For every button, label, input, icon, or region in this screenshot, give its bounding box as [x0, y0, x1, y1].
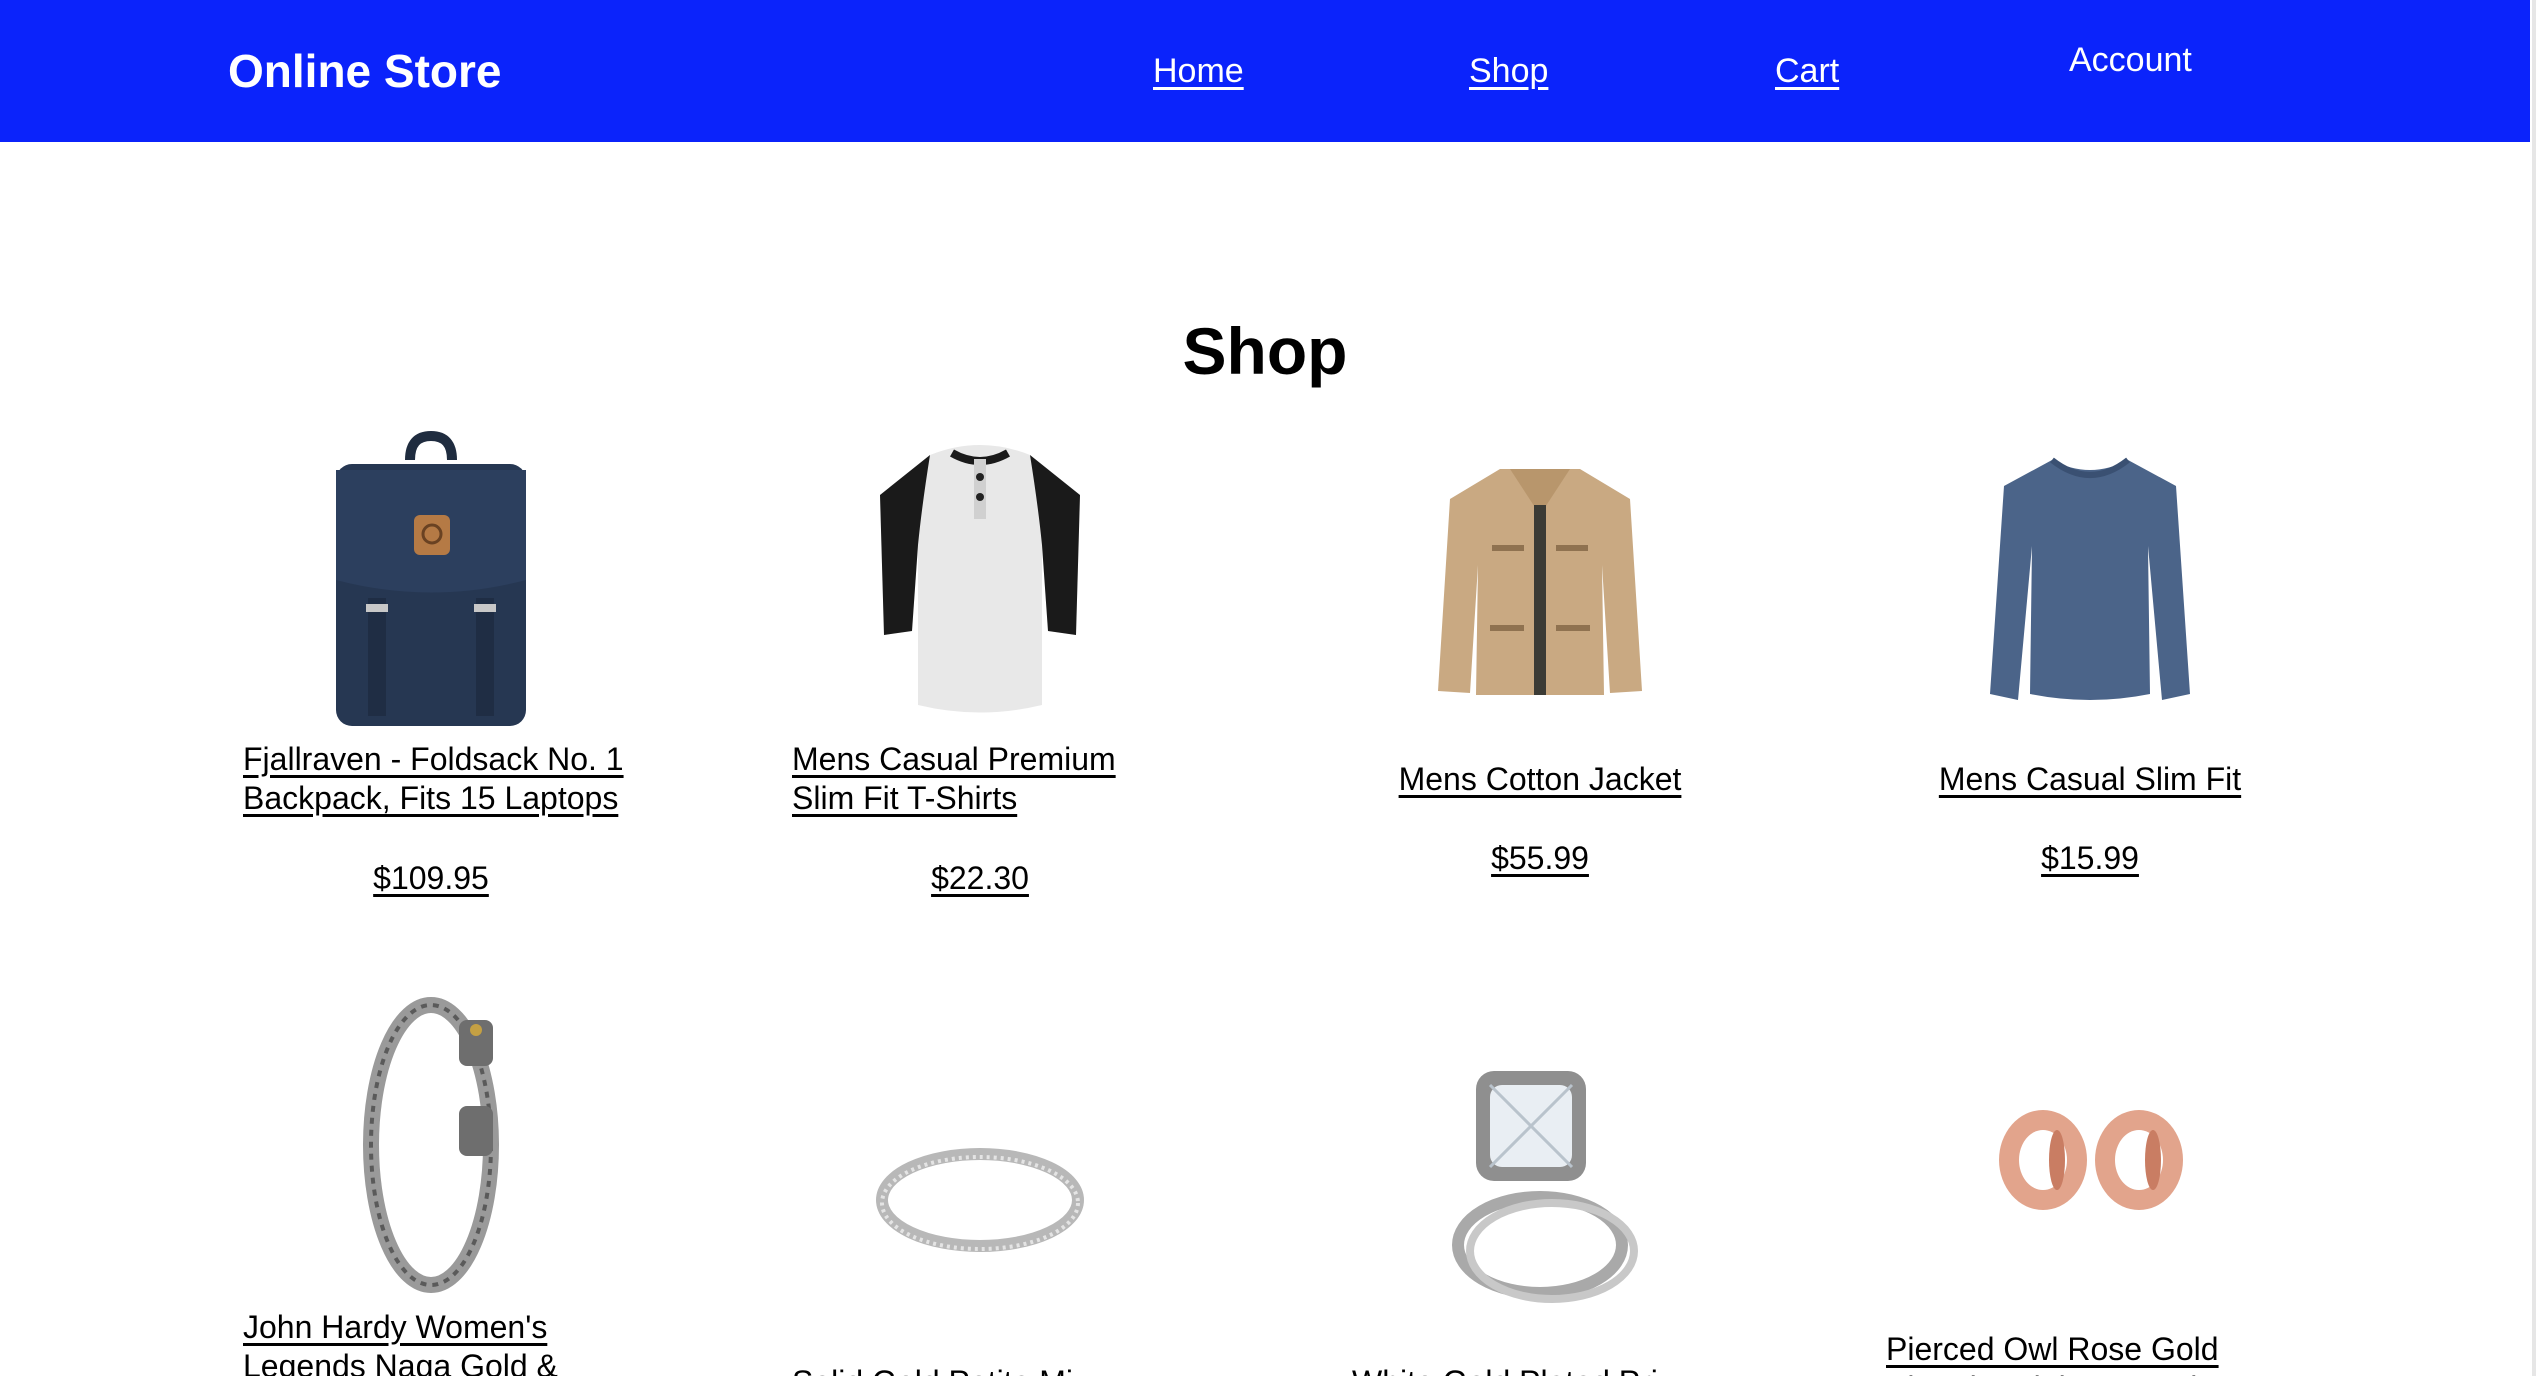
product-name[interactable]: Solid Gold Petite Mi [792, 1363, 1182, 1376]
product-card[interactable]: Mens Cotton Jacket $55.99 [1330, 430, 1750, 910]
product-card[interactable]: Pierced Owl Rose Gold Plated Stainless S… [1880, 990, 2300, 1376]
nav-account-button[interactable]: Account [2069, 37, 2192, 83]
engagement-ring-image [1452, 1071, 1638, 1303]
product-image[interactable] [221, 430, 641, 730]
product-price[interactable]: $109.95 [221, 858, 641, 898]
top-navigation-bar: Online Store Home Shop Cart Account [0, 0, 2530, 142]
vertical-scrollbar[interactable] [2532, 0, 2536, 1376]
product-price[interactable]: $22.30 [770, 858, 1190, 898]
product-card[interactable]: Solid Gold Petite Mi [770, 990, 1190, 1376]
product-name[interactable]: Mens Casual Premium Slim Fit T-Shirts [792, 740, 1182, 818]
product-name[interactable]: John Hardy Women's Legends Naga Gold & [243, 1308, 633, 1376]
ring-image [876, 1148, 1084, 1252]
brand-logo[interactable]: Online Store [228, 42, 501, 100]
plugs-image [1999, 1110, 2183, 1210]
product-card[interactable]: Fjallraven - Foldsack No. 1 Backpack, Fi… [221, 430, 641, 910]
product-image[interactable] [1880, 430, 2300, 740]
product-name[interactable]: Fjallraven - Foldsack No. 1 Backpack, Fi… [243, 740, 633, 818]
page: Online Store Home Shop Cart Account Shop… [0, 0, 2536, 1376]
product-card[interactable]: John Hardy Women's Legends Naga Gold & [221, 990, 641, 1376]
nav-shop-link[interactable]: Shop [1469, 48, 1548, 94]
product-name[interactable]: Pierced Owl Rose Gold Plated Stainless S… [1886, 1330, 2276, 1376]
nav-home-link[interactable]: Home [1153, 48, 1244, 94]
product-image[interactable] [770, 1110, 1190, 1290]
backpack-image [336, 430, 526, 726]
product-image[interactable] [1330, 1040, 1750, 1320]
tshirt-image [880, 445, 1080, 713]
bracelet-image [363, 997, 499, 1293]
product-name[interactable]: White Gold Plated Pri [1352, 1363, 1742, 1376]
product-name[interactable]: Mens Cotton Jacket [1330, 760, 1750, 799]
jacket-image [1438, 469, 1642, 695]
page-title: Shop [1182, 314, 1348, 388]
product-image[interactable] [221, 990, 641, 1300]
nav-cart-link[interactable]: Cart [1775, 48, 1839, 94]
product-card[interactable]: White Gold Plated Pri [1330, 990, 1750, 1376]
longsleeve-image [1990, 457, 2190, 700]
product-price[interactable]: $15.99 [1880, 838, 2300, 878]
product-card[interactable]: Mens Casual Slim Fit $15.99 [1880, 430, 2300, 910]
product-image[interactable] [770, 430, 1190, 730]
product-name[interactable]: Mens Casual Slim Fit [1880, 760, 2300, 799]
product-price[interactable]: $55.99 [1330, 838, 1750, 878]
product-image[interactable] [1880, 1090, 2300, 1230]
product-image[interactable] [1330, 430, 1750, 730]
product-card[interactable]: Mens Casual Premium Slim Fit T-Shirts $2… [770, 430, 1190, 910]
